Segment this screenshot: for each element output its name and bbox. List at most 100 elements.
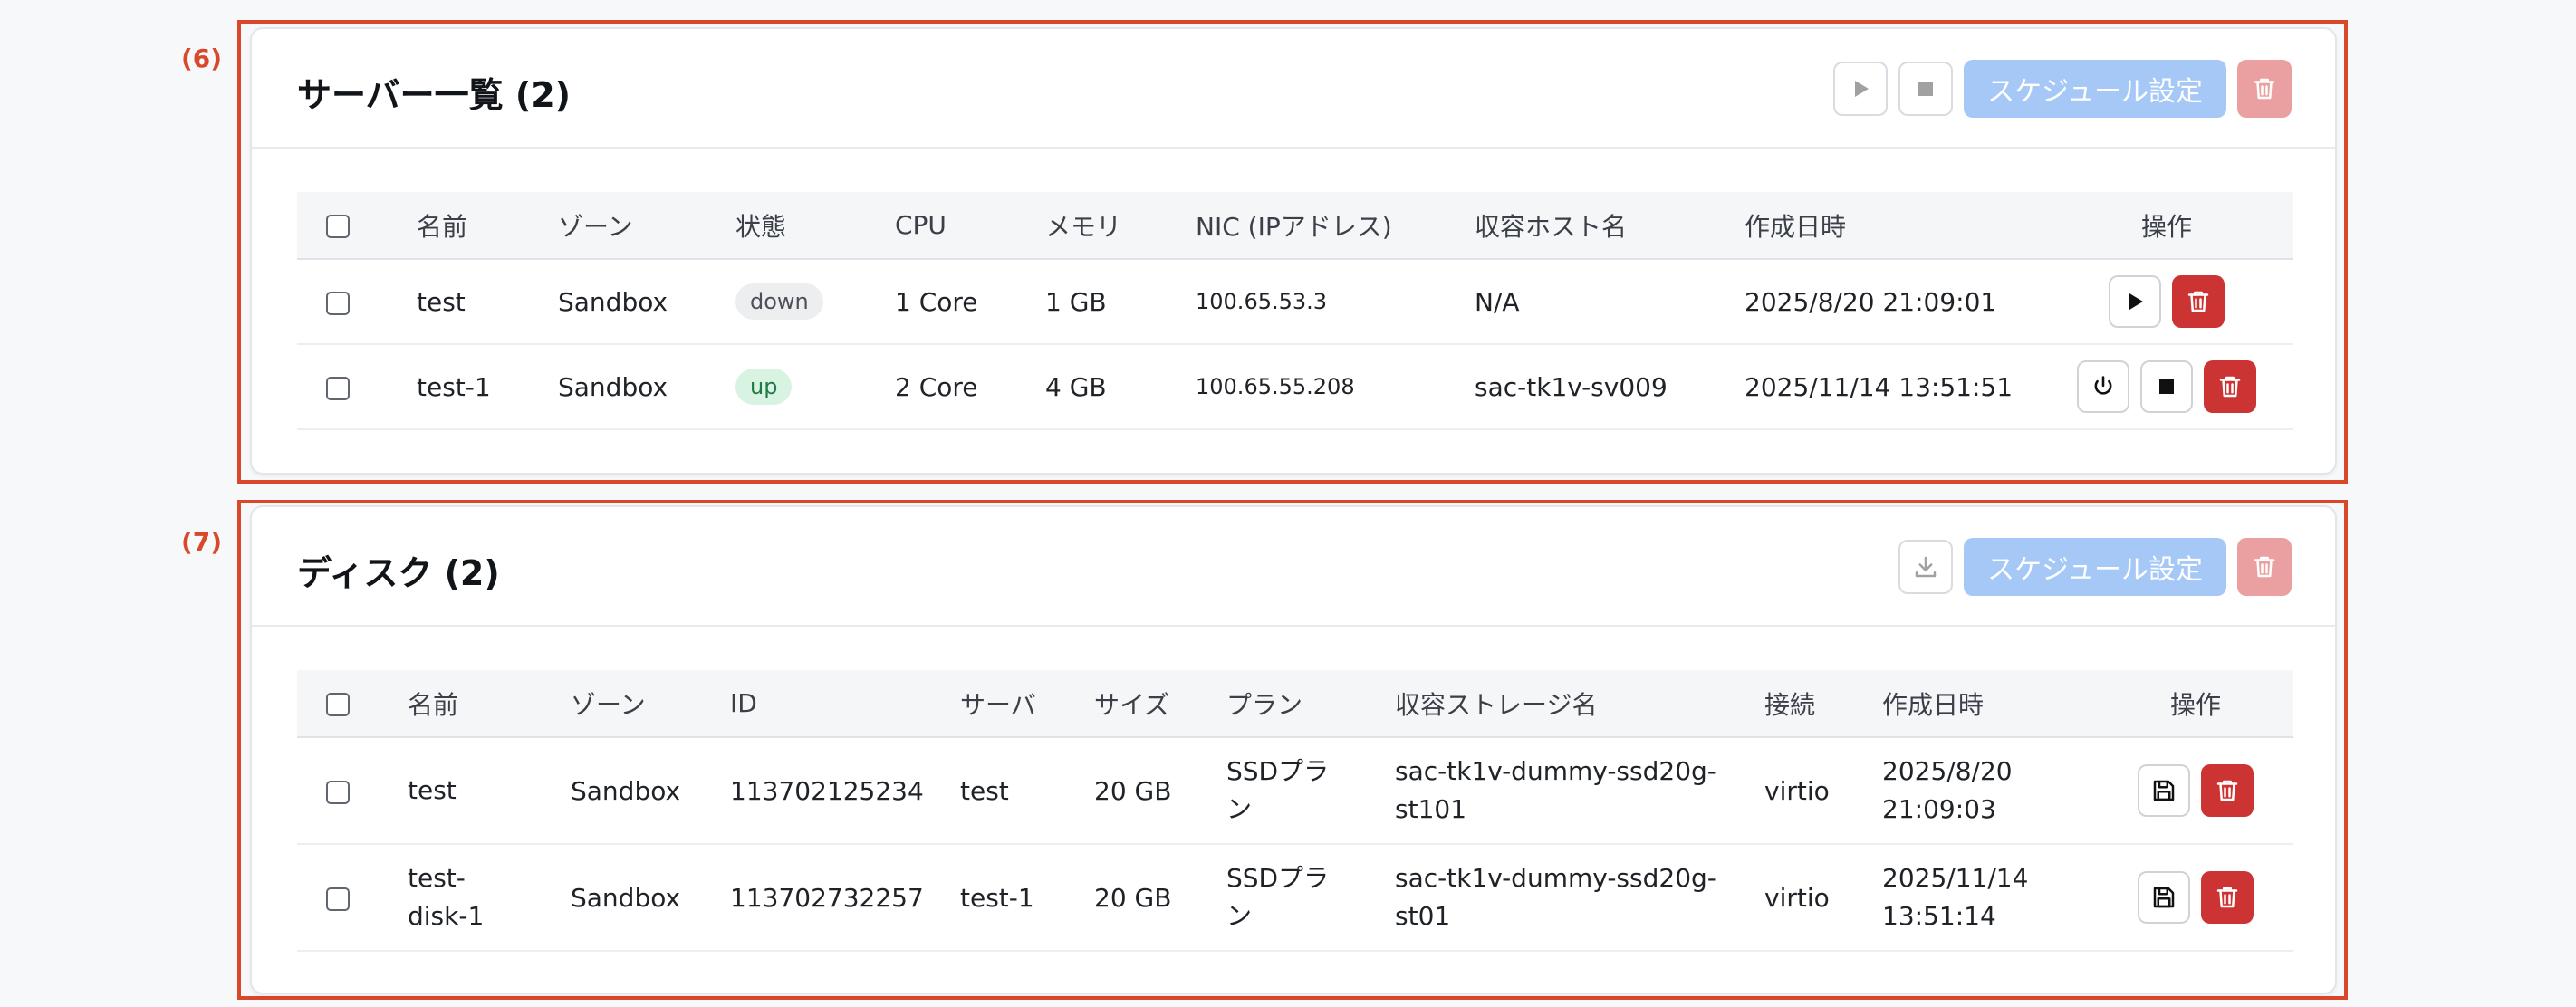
save-button[interactable] — [2138, 871, 2190, 924]
row-checkbox[interactable] — [326, 780, 350, 804]
column-header: ゾーン — [558, 192, 735, 260]
disk-server: test-1 — [960, 844, 1094, 952]
select-all-checkbox[interactable] — [326, 693, 350, 716]
table-header-row: 名前 ゾーン ID サーバ サイズ プラン 収容ストレージ名 接続 作成日時 操… — [297, 670, 2293, 738]
start-button[interactable] — [2109, 275, 2161, 328]
disk-plan: SSDプラン — [1226, 844, 1395, 952]
column-header: サーバ — [960, 670, 1094, 738]
stop-icon — [2159, 379, 2174, 394]
server-created: 2025/8/20 21:09:01 — [1745, 259, 2040, 345]
select-all-checkbox[interactable] — [326, 215, 350, 238]
server-schedule-button[interactable]: スケジュール設定 — [1964, 60, 2226, 118]
disk-table: 名前 ゾーン ID サーバ サイズ プラン 収容ストレージ名 接続 作成日時 操… — [297, 670, 2293, 952]
delete-button[interactable] — [2204, 360, 2256, 413]
server-created: 2025/11/14 13:51:51 — [1745, 344, 2040, 430]
disk-connection: virtio — [1764, 844, 1882, 952]
server-nic: 100.65.55.208 — [1196, 344, 1475, 430]
save-button[interactable] — [2138, 764, 2190, 817]
server-zone: Sandbox — [558, 344, 735, 430]
server-panel-header: サーバー一覧 (2) スケジュール設定 — [252, 29, 2335, 149]
disk-panel-title: ディスク (2) — [297, 553, 500, 593]
column-header: メモリ — [1045, 192, 1196, 260]
download-icon — [1915, 556, 1937, 578]
delete-button[interactable] — [2201, 871, 2254, 924]
power-button[interactable] — [2077, 360, 2129, 413]
trash-icon — [2216, 887, 2238, 908]
disk-id: 113702732257 — [730, 844, 960, 952]
play-icon — [1855, 81, 1870, 97]
table-row: test-disk-1 Sandbox 113702732257 test-1 … — [297, 844, 2293, 952]
server-bulk-actions: スケジュール設定 — [1833, 60, 2292, 118]
server-zone: Sandbox — [558, 259, 735, 345]
delete-button[interactable] — [2172, 275, 2225, 328]
disk-created: 2025/8/20 21:09:03 — [1882, 737, 2098, 845]
server-nic: 100.65.53.3 — [1196, 259, 1475, 345]
disk-zone: Sandbox — [571, 844, 730, 952]
server-cpu: 1 Core — [895, 259, 1045, 345]
column-header: 収容ストレージ名 — [1395, 670, 1764, 738]
column-header: 名前 — [408, 670, 571, 738]
column-header: 状態 — [735, 192, 895, 260]
bulk-delete-button[interactable] — [2237, 538, 2292, 596]
disk-name: test — [408, 737, 571, 845]
disk-list-panel: ディスク (2) スケジュール設定 名前 ゾーン ID サーバ サイズ プラン … — [250, 505, 2337, 994]
power-icon — [2094, 376, 2112, 395]
column-header: ゾーン — [571, 670, 730, 738]
column-header: NIC (IPアドレス) — [1196, 192, 1475, 260]
trash-icon — [2254, 556, 2275, 578]
disk-created: 2025/11/14 13:51:14 — [1882, 844, 2098, 952]
column-header: 名前 — [417, 192, 558, 260]
disk-server: test — [960, 737, 1094, 845]
table-row: test-1 Sandbox up 2 Core 4 GB 100.65.55.… — [297, 344, 2293, 430]
disk-size: 20 GB — [1094, 737, 1226, 845]
column-header: 接続 — [1764, 670, 1882, 738]
server-name: test — [417, 259, 558, 345]
play-icon — [2129, 293, 2143, 310]
server-memory: 4 GB — [1045, 344, 1196, 430]
disk-panel-header: ディスク (2) スケジュール設定 — [252, 507, 2335, 627]
column-header: サイズ — [1094, 670, 1226, 738]
server-memory: 1 GB — [1045, 259, 1196, 345]
row-checkbox[interactable] — [326, 291, 350, 315]
row-actions — [2098, 764, 2293, 817]
status-badge: up — [735, 369, 793, 405]
delete-button[interactable] — [2201, 764, 2254, 817]
server-list-panel: サーバー一覧 (2) スケジュール設定 名前 ゾーン 状態 CPU メモリ NI… — [250, 27, 2337, 475]
column-header: ID — [730, 670, 960, 738]
bulk-delete-button[interactable] — [2237, 60, 2292, 118]
disk-storage: sac-tk1v-dummy-ssd20g-st101 — [1395, 737, 1764, 845]
save-icon — [2153, 887, 2175, 908]
disk-bulk-actions: スケジュール設定 — [1898, 538, 2292, 596]
disk-storage: sac-tk1v-dummy-ssd20g-st01 — [1395, 844, 1764, 952]
row-actions — [2098, 871, 2293, 924]
column-header: 収容ホスト名 — [1475, 192, 1745, 260]
row-checkbox[interactable] — [326, 887, 350, 911]
table-row: test Sandbox down 1 Core 1 GB 100.65.53.… — [297, 259, 2293, 345]
server-host: sac-tk1v-sv009 — [1475, 344, 1745, 430]
server-table: 名前 ゾーン 状態 CPU メモリ NIC (IPアドレス) 収容ホスト名 作成… — [297, 192, 2293, 430]
annotation-label-6: (6) — [181, 43, 223, 73]
stop-button[interactable] — [2140, 360, 2193, 413]
bulk-stop-button[interactable] — [1898, 62, 1954, 116]
disk-id: 113702125234 — [730, 737, 960, 845]
server-name: test-1 — [417, 344, 558, 430]
save-icon — [2153, 780, 2175, 801]
status-badge: down — [735, 283, 823, 320]
disk-zone: Sandbox — [571, 737, 730, 845]
trash-icon — [2254, 78, 2275, 100]
bulk-start-button[interactable] — [1833, 62, 1889, 116]
row-checkbox[interactable] — [326, 376, 350, 400]
bulk-download-button[interactable] — [1898, 540, 1954, 594]
disk-schedule-button[interactable]: スケジュール設定 — [1964, 538, 2226, 596]
disk-name: test-disk-1 — [408, 844, 571, 952]
table-header-row: 名前 ゾーン 状態 CPU メモリ NIC (IPアドレス) 収容ホスト名 作成… — [297, 192, 2293, 260]
server-cpu: 2 Core — [895, 344, 1045, 430]
column-header: 作成日時 — [1745, 192, 2040, 260]
server-host: N/A — [1475, 259, 1745, 345]
table-row: test Sandbox 113702125234 test 20 GB SSD… — [297, 737, 2293, 845]
row-actions — [2040, 360, 2293, 413]
disk-plan: SSDプラン — [1226, 737, 1395, 845]
row-actions — [2040, 275, 2293, 328]
column-header: 操作 — [2040, 192, 2293, 260]
server-panel-title: サーバー一覧 (2) — [297, 75, 572, 115]
